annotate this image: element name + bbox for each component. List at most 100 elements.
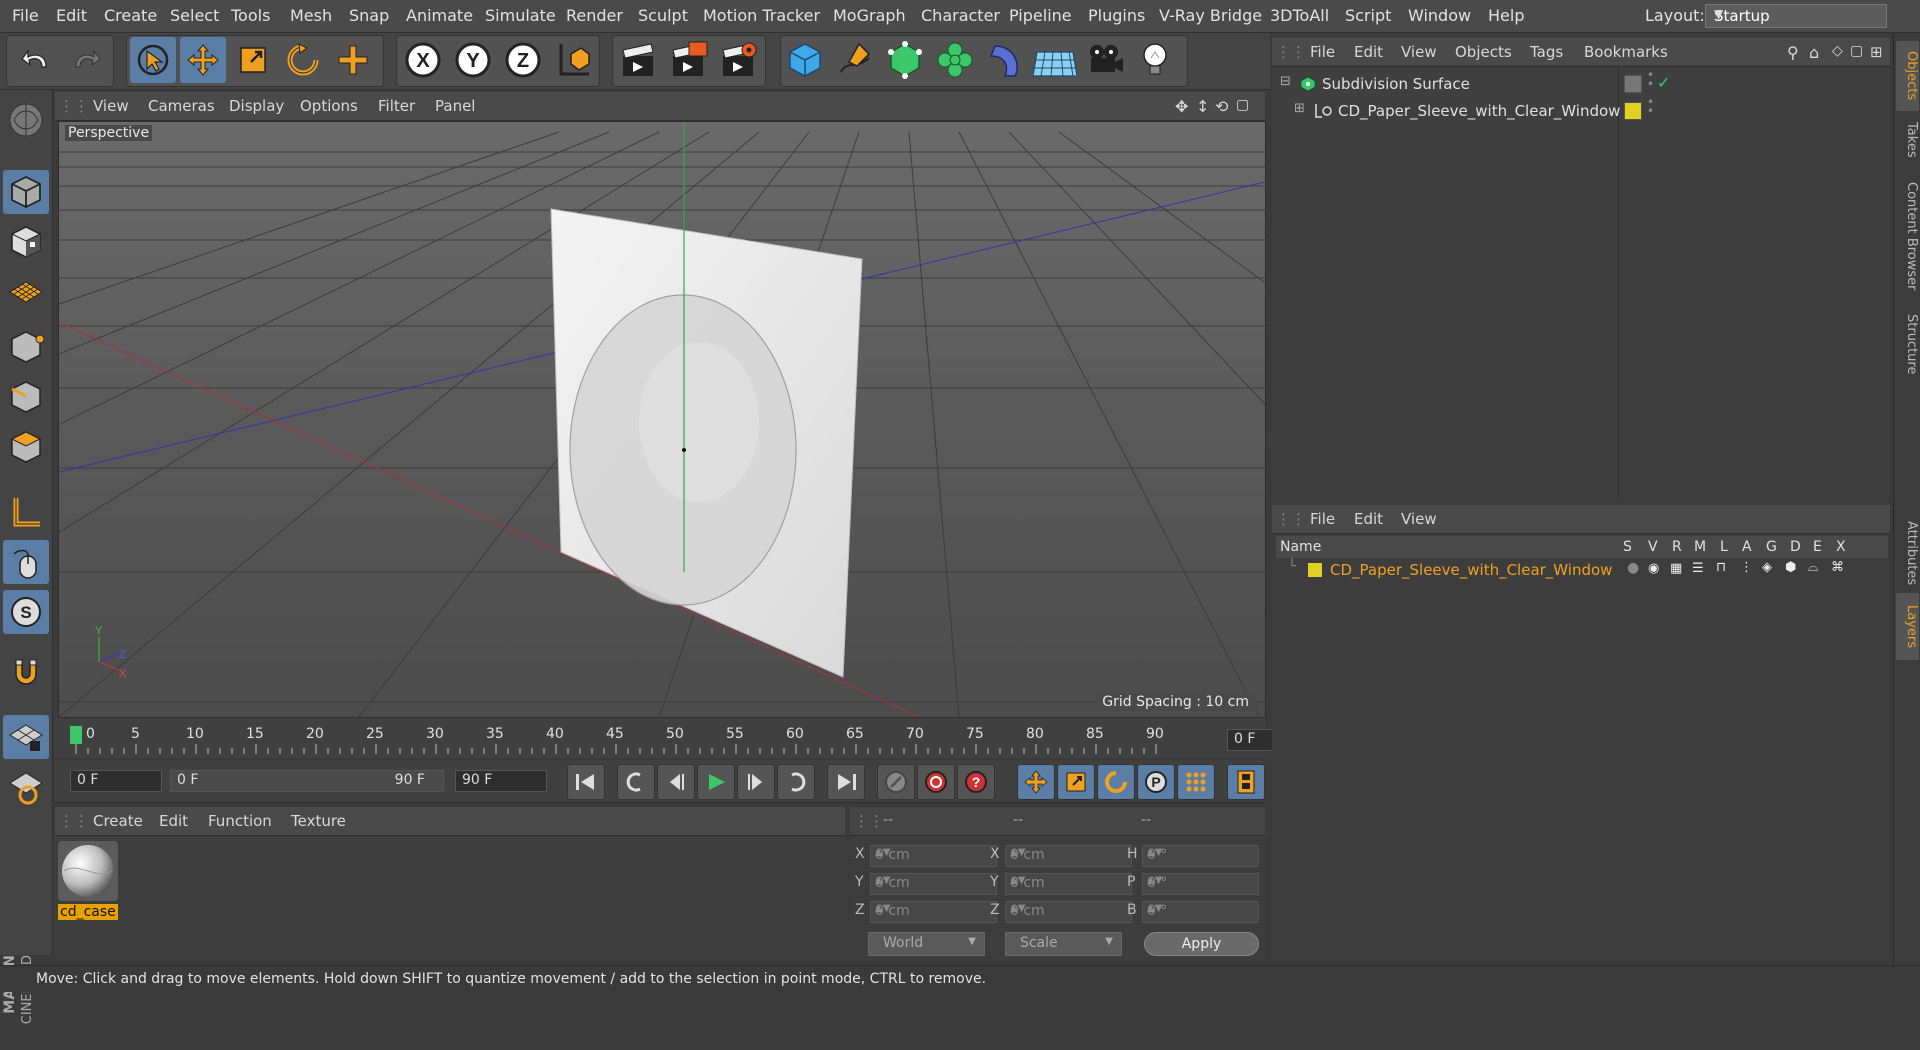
object-menu-edit[interactable]: Edit <box>1354 43 1383 61</box>
menu-create[interactable]: Create <box>104 6 157 25</box>
eye-icon[interactable]: ◉ <box>1648 561 1659 576</box>
render-view-button[interactable] <box>616 37 662 83</box>
deformer-icon[interactable]: ⬢ <box>1785 560 1796 575</box>
pos-y-field[interactable]: 0 cm ▲▼ <box>870 873 997 895</box>
layer-menu-view[interactable]: View <box>1401 510 1437 528</box>
menu-help[interactable]: Help <box>1488 6 1524 25</box>
key-position-button[interactable] <box>1017 764 1055 800</box>
tweak-mode-button[interactable] <box>3 540 49 584</box>
back-icon[interactable]: ◇ <box>1832 43 1843 59</box>
layer-col-deformers[interactable]: D <box>1790 539 1801 555</box>
size-mode-dropdown[interactable]: Scale ▼ <box>1005 932 1122 956</box>
go-to-prev-frame-button[interactable] <box>657 764 695 800</box>
menu-select[interactable]: Select <box>170 6 219 25</box>
layer-color-swatch[interactable] <box>1624 102 1642 120</box>
rot-b-field[interactable]: 0 ° ▲▼ <box>1142 901 1259 923</box>
snap-button[interactable] <box>3 650 49 694</box>
key-pla-button[interactable] <box>1177 764 1215 800</box>
viewport-menu-options[interactable]: Options <box>300 97 358 115</box>
viewport-camera-label[interactable]: Perspective <box>65 125 153 141</box>
play-button[interactable] <box>697 764 735 800</box>
recent-tool-button[interactable] <box>330 37 376 83</box>
viewport-menu-filter[interactable]: Filter <box>378 97 415 115</box>
undo-button[interactable] <box>14 37 60 83</box>
menu-pipeline[interactable]: Pipeline <box>1009 6 1072 25</box>
home-icon[interactable]: ⌂ <box>1809 43 1819 62</box>
object-row-cd-sleeve[interactable]: ⊞ CD_Paper_Sleeve_with_Clear_Window • • <box>1272 96 1890 124</box>
pos-x-field[interactable]: 0 cm ▲▼ <box>870 845 997 867</box>
move-tool-button[interactable] <box>180 37 226 83</box>
object-menu-file[interactable]: File <box>1310 43 1335 61</box>
object-menu-objects[interactable]: Objects <box>1455 43 1512 61</box>
camera-button[interactable] <box>1082 37 1128 83</box>
layer-col-solo[interactable]: S <box>1623 539 1632 555</box>
z-axis-button[interactable]: Z <box>500 37 546 83</box>
rotate-tool-button[interactable] <box>280 37 326 83</box>
model-mode-button[interactable] <box>3 170 49 214</box>
up-icon[interactable]: ▢ <box>1850 43 1863 59</box>
go-to-end-button[interactable] <box>827 764 865 800</box>
menu-tools[interactable]: Tools <box>231 6 270 25</box>
texture-mode-button[interactable] <box>3 220 49 264</box>
light-button[interactable] <box>1132 37 1178 83</box>
maximize-view-icon[interactable]: ▢ <box>1236 97 1249 113</box>
coordinate-system-button[interactable] <box>550 37 596 83</box>
menu-file[interactable]: File <box>12 6 39 25</box>
tab-structure[interactable]: Structure <box>1896 301 1919 387</box>
size-y-field[interactable]: 0 cm ▲▼ <box>1005 873 1132 895</box>
cloner-button[interactable] <box>932 37 978 83</box>
layout-select[interactable]: Startup ▼ <box>1705 4 1887 28</box>
layer-col-manager[interactable]: M <box>1694 539 1706 555</box>
y-axis-button[interactable]: Y <box>450 37 496 83</box>
planar-workplane-button[interactable] <box>3 765 49 809</box>
menu-animate[interactable]: Animate <box>406 6 473 25</box>
make-editable-button[interactable] <box>3 98 49 142</box>
zoom-view-icon[interactable]: ↕ <box>1196 97 1209 116</box>
drag-handle-icon[interactable]: ⋮⋮ <box>59 97 89 115</box>
rot-h-field[interactable]: 0 ° ▲▼ <box>1142 845 1259 867</box>
point-mode-button[interactable] <box>3 325 49 369</box>
viewport-menu-panel[interactable]: Panel <box>435 97 475 115</box>
record-button[interactable] <box>877 764 915 800</box>
pan-view-icon[interactable]: ✥ <box>1175 97 1188 116</box>
tab-attributes[interactable]: Attributes <box>1896 508 1919 598</box>
tab-content-browser[interactable]: Content Browser <box>1896 171 1919 301</box>
polygon-mode-button[interactable] <box>3 425 49 469</box>
menu-plugins[interactable]: Plugins <box>1088 6 1145 25</box>
visibility-dots-icon[interactable]: • • <box>1647 69 1654 90</box>
layer-row[interactable]: └ CD_Paper_Sleeve_with_Clear_Window ● ◉ … <box>1272 559 1890 581</box>
solo-dot-icon[interactable]: ● <box>1627 560 1639 576</box>
end-frame-field[interactable]: 90 F <box>455 770 547 792</box>
material-menu-function[interactable]: Function <box>208 812 272 830</box>
workplane-button[interactable] <box>3 270 49 314</box>
add-cube-button[interactable] <box>782 37 828 83</box>
collapse-icon[interactable]: ⊟ <box>1280 74 1291 89</box>
menu-simulate[interactable]: Simulate <box>485 6 556 25</box>
object-menu-tags[interactable]: Tags <box>1530 43 1563 61</box>
scale-tool-button[interactable] <box>230 37 276 83</box>
menu-character[interactable]: Character <box>921 6 1000 25</box>
layer-col-name[interactable]: Name <box>1280 539 1321 555</box>
render-clapper-icon[interactable]: ▦ <box>1670 561 1682 576</box>
expand-icon[interactable]: ⊞ <box>1294 101 1305 116</box>
tab-takes[interactable]: Takes <box>1896 113 1919 167</box>
layer-col-expressions[interactable]: E <box>1813 539 1822 555</box>
tab-objects[interactable]: Objects <box>1896 41 1919 111</box>
redo-button[interactable] <box>62 37 108 83</box>
viewport-menu-display[interactable]: Display <box>229 97 284 115</box>
layer-col-view[interactable]: V <box>1648 539 1658 555</box>
size-x-field[interactable]: 0 cm ▲▼ <box>1005 845 1132 867</box>
menu-render[interactable]: Render <box>566 6 623 25</box>
coordinate-space-dropdown[interactable]: World ▼ <box>868 932 985 956</box>
live-selection-button[interactable] <box>130 37 176 83</box>
layer-col-xref[interactable]: X <box>1836 539 1846 555</box>
pen-spline-button[interactable] <box>832 37 878 83</box>
timeline-ruler[interactable]: 0 5 10 15 20 25 30 35 40 45 50 55 60 65 … <box>55 718 1321 758</box>
menu-window[interactable]: Window <box>1408 6 1471 25</box>
lock-workplane-button[interactable] <box>3 715 49 759</box>
key-parameter-button[interactable]: P <box>1137 764 1175 800</box>
render-settings-button[interactable] <box>716 37 762 83</box>
drag-handle-icon[interactable]: ⋮⋮ <box>1276 43 1306 61</box>
lock-icon[interactable]: ⊓ <box>1716 560 1726 575</box>
object-name[interactable]: Subdivision Surface <box>1322 75 1470 93</box>
